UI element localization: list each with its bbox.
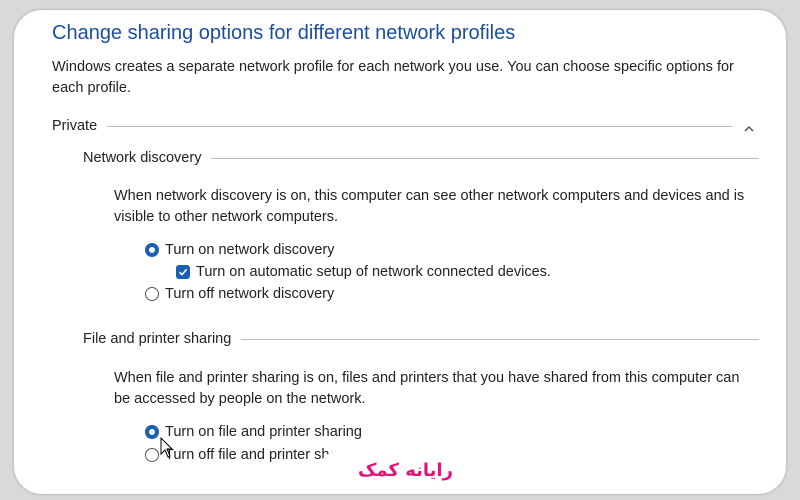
- sharing-options-panel: Change sharing options for different net…: [14, 10, 786, 494]
- radio-unselected-icon[interactable]: [145, 448, 159, 462]
- radio-selected-icon[interactable]: [145, 243, 159, 257]
- file-sharing-header: File and printer sharing: [83, 331, 759, 347]
- radio-network-discovery-on[interactable]: Turn on network discovery: [145, 242, 335, 258]
- chevron-up-icon[interactable]: [744, 124, 754, 134]
- option-label: Turn on automatic setup of network conne…: [196, 264, 551, 280]
- profile-label: Private: [52, 118, 98, 134]
- option-label: Turn on network discovery: [165, 242, 335, 258]
- network-discovery-header: Network discovery: [83, 150, 759, 166]
- page-title: Change sharing options for different net…: [52, 22, 516, 44]
- network-discovery-description: When network discovery is on, this compu…: [114, 188, 745, 225]
- file-sharing-description: When file and printer sharing is on, fil…: [114, 370, 740, 407]
- divider: [241, 338, 759, 340]
- radio-selected-icon[interactable]: [145, 425, 159, 439]
- radio-unselected-icon[interactable]: [145, 287, 159, 301]
- section-label: File and printer sharing: [83, 331, 232, 347]
- mouse-cursor-icon: [160, 437, 174, 458]
- profile-header-private[interactable]: Private: [52, 118, 754, 134]
- checkbox-checked-icon[interactable]: [176, 265, 190, 279]
- option-label: Turn on file and printer sharing: [165, 424, 362, 440]
- option-label: Turn off network discovery: [165, 286, 335, 302]
- divider: [211, 157, 759, 159]
- section-label: Network discovery: [83, 150, 202, 166]
- radio-network-discovery-off[interactable]: Turn off network discovery: [145, 286, 334, 302]
- checkbox-auto-setup[interactable]: Turn on automatic setup of network conne…: [176, 264, 551, 280]
- page-description: Windows creates a separate network profi…: [52, 59, 734, 96]
- radio-file-sharing-on[interactable]: Turn on file and printer sharing: [145, 424, 362, 440]
- watermark-logo: رایانه کمک: [358, 460, 453, 481]
- divider: [107, 125, 732, 127]
